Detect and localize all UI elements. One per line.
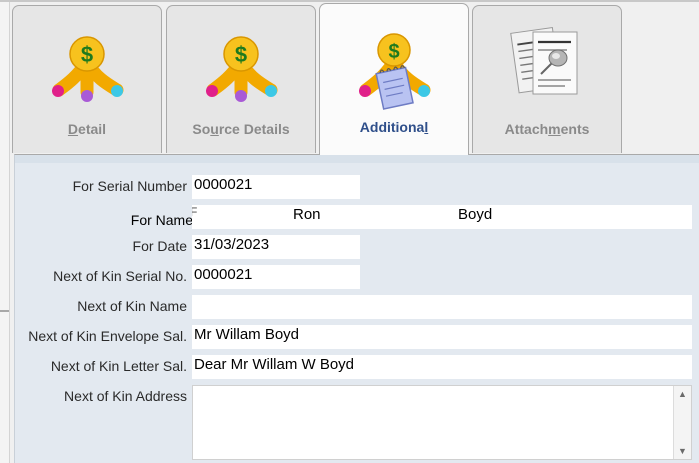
- svg-text:$: $: [81, 42, 93, 67]
- date-label: For Date: [132, 238, 187, 254]
- money-hand-icon: $: [206, 36, 278, 102]
- name-prefix-text: F: [192, 205, 198, 219]
- left-edge-panel: [0, 2, 10, 463]
- documents-pushpin-icon: [510, 26, 578, 95]
- money-hand-notepad-icon: $: [359, 33, 431, 110]
- tab-source-details[interactable]: $ Source Details: [166, 5, 316, 153]
- svg-text:$: $: [388, 41, 399, 63]
- svg-text:$: $: [235, 42, 247, 67]
- kin-serial-field[interactable]: 0000021: [192, 265, 360, 289]
- kin-envelope-label: Next of Kin Envelope Sal.: [28, 328, 187, 344]
- last-name-text: Boyd: [458, 206, 493, 223]
- tab-detail-label: Detail: [67, 121, 107, 137]
- left-edge-marker: [0, 310, 9, 312]
- money-hand-icon: $: [52, 36, 124, 102]
- serial-number-field[interactable]: 0000021: [192, 175, 360, 199]
- kin-envelope-field[interactable]: Mr Willam Boyd: [192, 325, 692, 349]
- kin-address-scrollbar[interactable]: ▲ ▼: [673, 386, 691, 459]
- tab-additional[interactable]: $ Additional: [319, 3, 469, 155]
- kin-address-field[interactable]: ▲ ▼: [192, 385, 692, 460]
- first-name-text: Ron: [293, 206, 321, 223]
- kin-name-field[interactable]: [192, 295, 692, 319]
- tab-attachments[interactable]: Attachments: [472, 5, 622, 153]
- kin-serial-label: Next of Kin Serial No.: [53, 268, 187, 284]
- tab-attachments-label: Attachments: [504, 121, 590, 137]
- kin-letter-field[interactable]: Dear Mr Willam W Boyd: [192, 355, 692, 379]
- serial-number-label: For Serial Number: [72, 178, 187, 194]
- top-border: [0, 0, 699, 2]
- tab-source-details-label: Source Details: [192, 121, 290, 137]
- kin-letter-label: Next of Kin Letter Sal.: [50, 358, 187, 374]
- kin-address-label: Next of Kin Address: [64, 388, 187, 404]
- scroll-down-icon[interactable]: ▼: [676, 444, 689, 458]
- name-label: For Name: [130, 212, 193, 228]
- panel-top-strip: [15, 155, 699, 163]
- scroll-up-icon[interactable]: ▲: [676, 387, 689, 401]
- tab-detail[interactable]: $ Detail: [12, 5, 162, 153]
- tab-additional-label: Additional: [359, 119, 429, 135]
- kin-name-label: Next of Kin Name: [77, 298, 187, 314]
- name-field[interactable]: F Ron Boyd: [192, 205, 692, 229]
- date-field[interactable]: 31/03/2023: [192, 235, 360, 259]
